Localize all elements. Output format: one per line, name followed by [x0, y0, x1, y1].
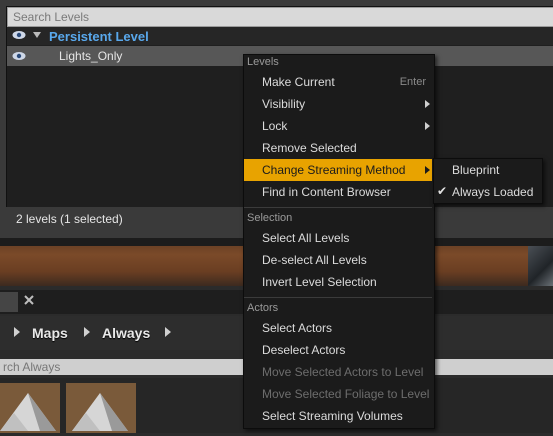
- menu-item-lock[interactable]: Lock: [244, 115, 432, 137]
- submenu-arrow-icon: [425, 100, 430, 108]
- level-row-persistent[interactable]: Persistent Level: [7, 27, 553, 45]
- chevron-right-icon[interactable]: [14, 327, 20, 337]
- menu-item-make-current[interactable]: Make Current Enter: [244, 71, 432, 93]
- breadcrumb-always[interactable]: Always: [102, 325, 150, 341]
- asset-thumbnail[interactable]: [66, 383, 136, 433]
- submenu-arrow-icon: [425, 166, 430, 174]
- submenu-item-blueprint[interactable]: Blueprint: [434, 159, 540, 181]
- menu-item-select-streaming-volumes[interactable]: Select Streaming Volumes: [244, 405, 432, 427]
- chevron-right-icon[interactable]: [84, 327, 90, 337]
- close-icon[interactable]: [22, 292, 36, 308]
- menu-item-visibility[interactable]: Visibility: [244, 93, 432, 115]
- checkmark-icon: ✔: [437, 184, 448, 198]
- menu-item-remove-selected[interactable]: Remove Selected: [244, 137, 432, 159]
- menu-section-actors: Actors: [247, 302, 279, 314]
- menu-item-move-selected-foliage: Move Selected Foliage to Level: [262, 387, 430, 401]
- menu-item-move-selected-actors: Move Selected Actors to Level: [262, 365, 424, 379]
- menu-item-change-streaming-method[interactable]: Change Streaming Method: [244, 159, 432, 181]
- levels-search-box[interactable]: [7, 7, 553, 27]
- menu-separator: [244, 297, 432, 298]
- eye-icon[interactable]: [12, 51, 26, 61]
- menu-item-find-in-content-browser[interactable]: Find in Content Browser: [244, 181, 432, 203]
- menu-section-selection: Selection: [247, 212, 293, 224]
- levels-status-text: 2 levels (1 selected): [16, 212, 123, 226]
- menu-item-select-actors[interactable]: Select Actors: [244, 317, 432, 339]
- menu-item-select-all-levels[interactable]: Select All Levels: [244, 227, 432, 249]
- content-browser-tab[interactable]: [0, 292, 18, 312]
- breadcrumb-maps[interactable]: Maps: [32, 325, 68, 341]
- viewport-preview-detail: [528, 246, 553, 286]
- menu-separator: [244, 207, 432, 208]
- menu-item-deselect-all-levels[interactable]: De-select All Levels: [244, 249, 432, 271]
- triangle-down-icon[interactable]: [33, 32, 41, 38]
- menu-item-deselect-actors[interactable]: Deselect Actors: [244, 339, 432, 361]
- menu-section-levels: Levels: [247, 56, 279, 68]
- shortcut-label: Enter: [399, 76, 426, 88]
- asset-thumbnail[interactable]: [0, 383, 60, 433]
- eye-icon[interactable]: [12, 30, 26, 40]
- submenu-arrow-icon: [425, 122, 430, 130]
- level-label: Persistent Level: [49, 29, 149, 44]
- menu-item-invert-level-selection[interactable]: Invert Level Selection: [244, 271, 432, 293]
- level-label: Lights_Only: [59, 49, 123, 63]
- levels-search-input[interactable]: [8, 8, 553, 26]
- submenu-item-always-loaded[interactable]: ✔ Always Loaded: [434, 181, 540, 203]
- chevron-right-icon[interactable]: [165, 327, 171, 337]
